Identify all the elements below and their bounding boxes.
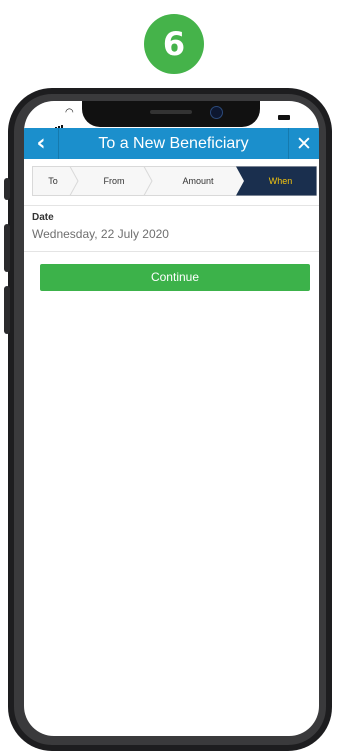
step-amount[interactable]: Amount: [154, 166, 242, 196]
phone-screen: ◠ ‹ To a New Beneficiary ✕ To From Amoun…: [24, 101, 319, 736]
date-value[interactable]: Wednesday, 22 July 2020: [32, 227, 169, 241]
close-button[interactable]: ✕: [288, 128, 319, 159]
volume-down-button: [4, 286, 10, 334]
continue-button[interactable]: Continue: [40, 264, 310, 291]
app-header: ‹ To a New Beneficiary ✕: [24, 128, 319, 159]
wifi-icon: ◠: [65, 107, 74, 118]
chevron-left-icon: ‹: [36, 131, 46, 156]
step-when[interactable]: When: [244, 166, 317, 196]
progress-stepper: To From Amount When: [32, 166, 317, 196]
step-from[interactable]: From: [80, 166, 148, 196]
mute-switch: [4, 178, 10, 200]
date-label: Date: [32, 212, 54, 223]
front-camera: [210, 106, 223, 119]
divider: [24, 205, 319, 206]
page-title: To a New Beneficiary: [98, 135, 249, 152]
close-icon: ✕: [296, 132, 312, 155]
step-number-badge: 6: [144, 14, 204, 74]
notch: [82, 101, 260, 127]
back-button[interactable]: ‹: [24, 128, 59, 159]
speaker-grille: [150, 110, 192, 114]
battery-icon: [278, 115, 290, 120]
step-to[interactable]: To: [32, 166, 74, 196]
divider: [24, 251, 319, 252]
volume-up-button: [4, 224, 10, 272]
